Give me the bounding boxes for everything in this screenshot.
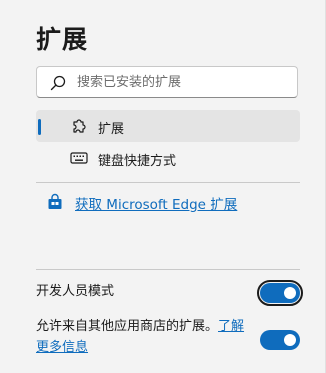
toggle-knob — [284, 287, 296, 299]
keyboard-icon — [70, 152, 88, 164]
developer-mode-toggle[interactable] — [257, 280, 303, 306]
search-icon — [50, 75, 66, 91]
divider — [36, 182, 300, 183]
get-extensions-link-text[interactable]: 获取 Microsoft Edge 扩展 — [75, 193, 237, 213]
sidebar-item-extensions[interactable]: 扩展 — [36, 110, 300, 142]
shopping-bag-icon — [48, 193, 62, 209]
toggle-knob — [284, 334, 296, 346]
sidebar-item-label: 键盘快捷方式 — [98, 154, 177, 169]
puzzle-icon — [73, 119, 86, 133]
active-indicator — [38, 119, 41, 135]
search-input[interactable] — [77, 71, 287, 93]
search-box[interactable] — [36, 66, 298, 98]
sidebar-item-label: 扩展 — [98, 122, 125, 137]
other-stores-text: 允许来自其他应用商店的扩展。 — [36, 319, 219, 334]
extensions-sidebar: 扩展 扩展 键盘快捷方式 获取 Mi — [0, 0, 326, 373]
divider — [36, 269, 300, 270]
other-stores-toggle[interactable] — [260, 330, 300, 350]
other-stores-label: 允许来自其他应用商店的扩展。了解更多信息 — [36, 316, 250, 358]
developer-mode-label: 开发人员模式 — [36, 284, 115, 299]
page-title: 扩展 — [36, 25, 89, 54]
sidebar-item-keyboard-shortcuts[interactable]: 键盘快捷方式 — [36, 142, 300, 174]
